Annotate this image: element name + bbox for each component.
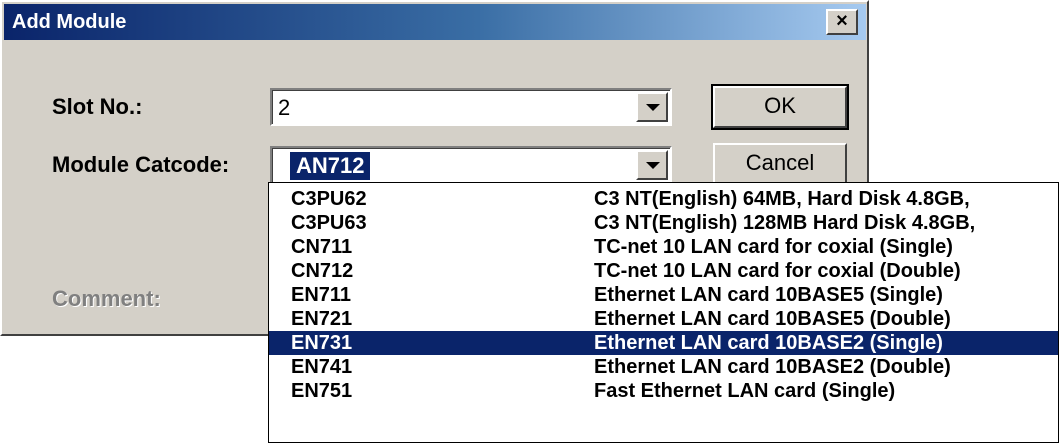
dropdown-item-code: C3PU62 [291, 188, 367, 210]
ok-button[interactable]: OK [711, 84, 849, 130]
dropdown-item[interactable]: EN741 Ethernet LAN card 10BASE2 (Double) [269, 355, 1058, 379]
dropdown-item[interactable]: CN712 TC-net 10 LAN card for coxial (Doub… [269, 259, 1058, 283]
dropdown-item-description: C3 NT(English) 64MB, Hard Disk 4.8GB, [594, 188, 970, 210]
slot-no-combobox[interactable]: 2 [270, 88, 672, 126]
dropdown-item-code: EN731 [291, 332, 353, 354]
dropdown-item-description: Ethernet LAN card 10BASE2 (Double) [594, 356, 951, 378]
chevron-down-icon[interactable] [636, 92, 668, 122]
cancel-button[interactable]: Cancel [713, 143, 847, 185]
dropdown-item-description: TC-net 10 LAN card for coxial (Single) [594, 236, 953, 258]
dropdown-item[interactable]: CN711 TC-net 10 LAN card for coxial (Sing… [269, 235, 1058, 259]
dropdown-item-description: Ethernet LAN card 10BASE2 (Single) [594, 332, 943, 354]
dropdown-item-code: EN711 [291, 284, 352, 306]
catcode-dropdown-list[interactable]: C3PU62 C3 NT(English) 64MB, Hard Disk 4.8… [268, 182, 1059, 443]
comment-label: Comment: [52, 286, 161, 311]
dropdown-item-code: EN721 [291, 308, 353, 330]
dropdown-item-code: C3PU63 [291, 212, 367, 234]
dropdown-item[interactable]: EN711 Ethernet LAN card 10BASE5 (Single) [269, 283, 1058, 307]
dialog-title: Add Module [12, 11, 127, 33]
title-bar[interactable]: Add Module × [4, 4, 866, 40]
module-catcode-combobox[interactable]: AN712 [270, 146, 672, 184]
dropdown-item-code: CN712 [291, 260, 354, 282]
dropdown-item-description: Ethernet LAN card 10BASE5 (Double) [594, 308, 951, 330]
dropdown-item[interactable]: C3PU62 C3 NT(English) 64MB, Hard Disk 4.8… [269, 187, 1058, 211]
dropdown-item-code: EN741 [291, 356, 353, 378]
dropdown-item-description: TC-net 10 LAN card for coxial (Double) [594, 260, 961, 282]
dropdown-item[interactable]: EN751 Fast Ethernet LAN card (Single) [269, 379, 1058, 403]
slot-no-label: Slot No.: [52, 94, 143, 119]
dropdown-item-description: C3 NT(English) 128MB Hard Disk 4.8GB, [594, 212, 976, 234]
module-catcode-value: AN712 [290, 152, 371, 180]
dropdown-item[interactable]: EN731 Ethernet LAN card 10BASE2 (Single) [269, 331, 1058, 355]
module-catcode-label: Module Catcode: [52, 152, 230, 177]
close-icon: × [836, 10, 848, 32]
slot-no-value: 2 [278, 95, 291, 120]
chevron-down-icon[interactable] [636, 150, 668, 180]
close-button[interactable]: × [826, 9, 858, 35]
dropdown-item-code: CN711 [291, 236, 353, 258]
dropdown-item[interactable]: EN721 Ethernet LAN card 10BASE5 (Double) [269, 307, 1058, 331]
dropdown-item-description: Fast Ethernet LAN card (Single) [594, 380, 896, 402]
dropdown-item[interactable]: C3PU63 C3 NT(English) 128MB Hard Disk 4.8… [269, 211, 1058, 235]
dropdown-item-code: EN751 [291, 380, 353, 402]
dropdown-item-description: Ethernet LAN card 10BASE5 (Single) [594, 284, 943, 306]
